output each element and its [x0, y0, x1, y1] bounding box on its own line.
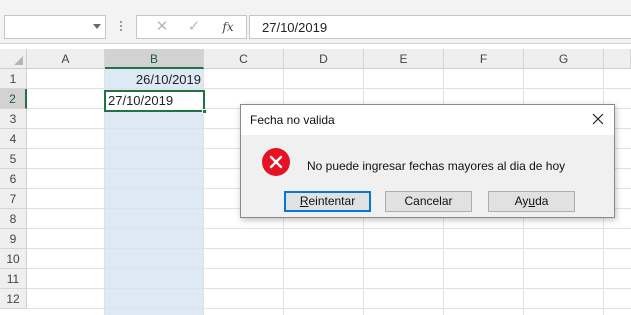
- row-header-2[interactable]: 2: [0, 89, 27, 109]
- cell-b1[interactable]: 26/10/2019: [105, 70, 201, 90]
- dialog-message: No puede ingresar fechas mayores al dia …: [307, 159, 566, 173]
- column-header-d[interactable]: D: [284, 49, 364, 69]
- formula-input[interactable]: 27/10/2019: [249, 15, 631, 39]
- invalid-date-dialog: Fecha no valida No puede ingresar fechas…: [240, 104, 615, 218]
- formula-bar-grip[interactable]: [119, 19, 123, 35]
- check-icon[interactable]: ✓: [183, 18, 205, 36]
- column-header-g[interactable]: G: [524, 49, 604, 69]
- column-header-e[interactable]: E: [364, 49, 444, 69]
- fill-handle[interactable]: [202, 109, 207, 114]
- row-header-12[interactable]: 12: [0, 289, 27, 309]
- name-box[interactable]: [4, 15, 106, 39]
- row-header-8[interactable]: 8: [0, 209, 27, 229]
- column-header-next[interactable]: [604, 49, 631, 69]
- dialog-title: Fecha no valida: [250, 113, 335, 127]
- cancel-button[interactable]: Cancelar: [385, 191, 472, 212]
- column-header-a[interactable]: A: [27, 49, 105, 69]
- column-header-f[interactable]: F: [444, 49, 524, 69]
- row-gridline: [27, 288, 631, 289]
- column-header-b[interactable]: B: [105, 49, 204, 69]
- active-cell-b2[interactable]: 27/10/2019: [104, 90, 207, 114]
- help-button[interactable]: Ayuda: [488, 191, 575, 212]
- row-gridline: [27, 248, 631, 249]
- dialog-body: No puede ingresar fechas mayores al dia …: [241, 135, 614, 217]
- dialog-title-bar[interactable]: Fecha no valida: [241, 105, 614, 135]
- row-header-1[interactable]: 1: [0, 69, 27, 89]
- fx-icon[interactable]: fx: [217, 18, 239, 36]
- row-header-6[interactable]: 6: [0, 169, 27, 189]
- row-header-4[interactable]: 4: [0, 129, 27, 149]
- row-header-11[interactable]: 11: [0, 269, 27, 289]
- row-gridline: [27, 228, 631, 229]
- row-header-7[interactable]: 7: [0, 189, 27, 209]
- row-header-5[interactable]: 5: [0, 149, 27, 169]
- formula-bar: ✕ ✓ fx 27/10/2019: [0, 0, 631, 44]
- close-icon[interactable]: [590, 111, 606, 127]
- row-gridline: [27, 308, 631, 309]
- retry-button[interactable]: Reintentar: [284, 191, 371, 212]
- chevron-down-icon[interactable]: [93, 24, 101, 29]
- row-gridline: [27, 268, 631, 269]
- cell-b2-value: 27/10/2019: [108, 93, 174, 108]
- error-icon: [262, 148, 290, 176]
- formula-buttons: ✕ ✓ fx: [136, 15, 247, 39]
- cancel-icon[interactable]: ✕: [151, 18, 173, 36]
- select-all-corner[interactable]: [0, 49, 27, 69]
- row-header-9[interactable]: 9: [0, 229, 27, 249]
- column-header-c[interactable]: C: [204, 49, 284, 69]
- row-header-10[interactable]: 10: [0, 249, 27, 269]
- row-header-3[interactable]: 3: [0, 109, 27, 129]
